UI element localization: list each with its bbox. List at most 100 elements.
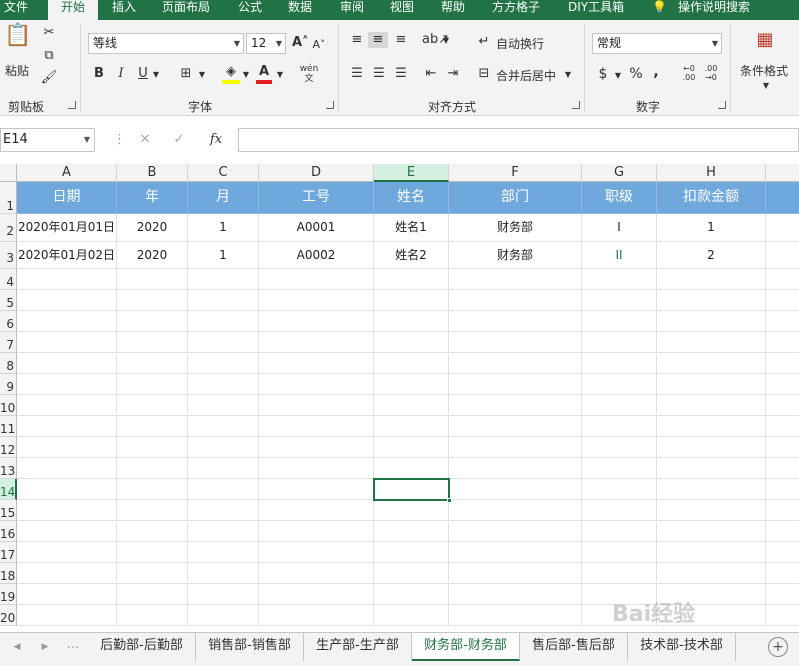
grid-cell[interactable]: [374, 563, 449, 584]
align-center-icon[interactable]: ☰: [370, 66, 388, 82]
grid-cell[interactable]: [374, 605, 449, 626]
grid-cell[interactable]: [188, 542, 259, 563]
grid-cell[interactable]: [582, 563, 657, 584]
grid-cell[interactable]: [117, 563, 188, 584]
grid-cell[interactable]: [657, 269, 766, 290]
grid-cell[interactable]: [449, 500, 582, 521]
grid-cell[interactable]: [374, 542, 449, 563]
data-cell[interactable]: 1: [188, 242, 259, 269]
spreadsheet-grid[interactable]: A B C D E F G H 1 日期年月工号 姓名 部门 职级 扣款金额 2 2020年01月01日 202…: [0, 164, 799, 632]
grid-cell[interactable]: [766, 563, 799, 584]
chevron-down-icon[interactable]: ▼: [276, 67, 284, 83]
merge-center-button[interactable]: 合并后居中: [496, 67, 556, 84]
grid-cell[interactable]: [657, 416, 766, 437]
grid-cell[interactable]: [259, 563, 374, 584]
grid-cell[interactable]: [17, 374, 117, 395]
grid-cell[interactable]: [188, 563, 259, 584]
grid-cell[interactable]: [17, 416, 117, 437]
grid-cell[interactable]: [259, 479, 374, 500]
chevron-down-icon[interactable]: ▼: [152, 67, 160, 83]
grid-cell[interactable]: [766, 290, 799, 311]
menu-view[interactable]: 视图: [390, 0, 414, 20]
grid-cell[interactable]: [188, 332, 259, 353]
grid-cell[interactable]: [117, 395, 188, 416]
grid-cell[interactable]: [117, 584, 188, 605]
grid-cell[interactable]: [17, 563, 117, 584]
font-color-icon[interactable]: A: [256, 64, 272, 84]
grid-cell[interactable]: [449, 437, 582, 458]
grid-cell[interactable]: [449, 458, 582, 479]
grid-cell[interactable]: [188, 374, 259, 395]
select-all-corner[interactable]: [0, 164, 17, 182]
align-top-icon[interactable]: ≡: [348, 32, 366, 48]
data-cell[interactable]: I: [582, 214, 657, 242]
column-header-empty[interactable]: [766, 164, 799, 182]
grid-cell[interactable]: [117, 416, 188, 437]
grid-cell[interactable]: [374, 269, 449, 290]
grid-cell[interactable]: [374, 374, 449, 395]
grid-cell[interactable]: [117, 458, 188, 479]
menu-file[interactable]: 文件: [4, 0, 34, 20]
grid-cell[interactable]: [449, 374, 582, 395]
grid-cell[interactable]: [117, 353, 188, 374]
grid-cell[interactable]: [117, 521, 188, 542]
header-cell[interactable]: 姓名: [374, 182, 449, 214]
grid-cell[interactable]: [374, 458, 449, 479]
borders-icon[interactable]: ⊞: [178, 66, 194, 82]
grid-cell[interactable]: [17, 395, 117, 416]
grid-cell[interactable]: [766, 458, 799, 479]
grid-cell[interactable]: [449, 311, 582, 332]
grid-cell[interactable]: [259, 458, 374, 479]
grid-cell[interactable]: [766, 479, 799, 500]
wrap-text-button[interactable]: 自动换行: [496, 35, 544, 52]
grid-cell[interactable]: [766, 416, 799, 437]
sheet-tab[interactable]: 售后部-售后部: [520, 633, 628, 661]
row-header-2[interactable]: 2: [0, 214, 17, 242]
grid-cell[interactable]: [657, 458, 766, 479]
row-header-6[interactable]: 6: [0, 311, 17, 332]
row-header-11[interactable]: 11: [0, 416, 17, 437]
grid-cell[interactable]: [17, 605, 117, 626]
row-header-17[interactable]: 17: [0, 542, 17, 563]
grid-cell[interactable]: [374, 395, 449, 416]
menu-diy-toolbox[interactable]: DIY工具箱: [568, 0, 624, 20]
row-header-14[interactable]: 14: [0, 479, 17, 500]
grid-cell[interactable]: [374, 416, 449, 437]
grid-cell[interactable]: [582, 374, 657, 395]
grid-cell[interactable]: [449, 542, 582, 563]
grid-cell[interactable]: [766, 584, 799, 605]
cancel-icon[interactable]: ✕: [138, 132, 152, 148]
grid-cell[interactable]: [766, 605, 799, 626]
data-cell[interactable]: 姓名1: [374, 214, 449, 242]
header-cell[interactable]: 工号: [259, 182, 374, 214]
grid-cell[interactable]: [17, 311, 117, 332]
grid-cell[interactable]: [657, 500, 766, 521]
row-header-8[interactable]: 8: [0, 353, 17, 374]
grid-cell[interactable]: [449, 479, 582, 500]
data-cell[interactable]: 财务部: [449, 214, 582, 242]
grid-cell[interactable]: [582, 332, 657, 353]
grid-cell[interactable]: [259, 584, 374, 605]
column-header-b[interactable]: B: [117, 164, 188, 182]
grid-cell[interactable]: [657, 542, 766, 563]
grid-cell[interactable]: [17, 584, 117, 605]
row-header-12[interactable]: 12: [0, 437, 17, 458]
row-header-1[interactable]: 1: [0, 182, 17, 214]
grid-cell[interactable]: [582, 416, 657, 437]
align-right-icon[interactable]: ☰: [392, 66, 410, 82]
grid-cell[interactable]: [766, 242, 799, 269]
header-cell[interactable]: 年: [117, 182, 188, 214]
column-header-g[interactable]: G: [582, 164, 657, 182]
grid-cell[interactable]: [17, 332, 117, 353]
percent-button[interactable]: %: [628, 66, 644, 82]
sheet-tab[interactable]: 生产部-生产部: [304, 633, 412, 661]
insert-function-button[interactable]: fx: [208, 132, 224, 148]
sheet-tab[interactable]: 财务部-财务部: [412, 633, 520, 661]
grid-cell[interactable]: [582, 458, 657, 479]
grid-cell[interactable]: [259, 311, 374, 332]
grid-cell[interactable]: [582, 437, 657, 458]
row-header-3[interactable]: 3: [0, 242, 17, 269]
menu-review[interactable]: 审阅: [340, 0, 364, 20]
grid-cell[interactable]: [259, 353, 374, 374]
grid-cell[interactable]: [188, 584, 259, 605]
